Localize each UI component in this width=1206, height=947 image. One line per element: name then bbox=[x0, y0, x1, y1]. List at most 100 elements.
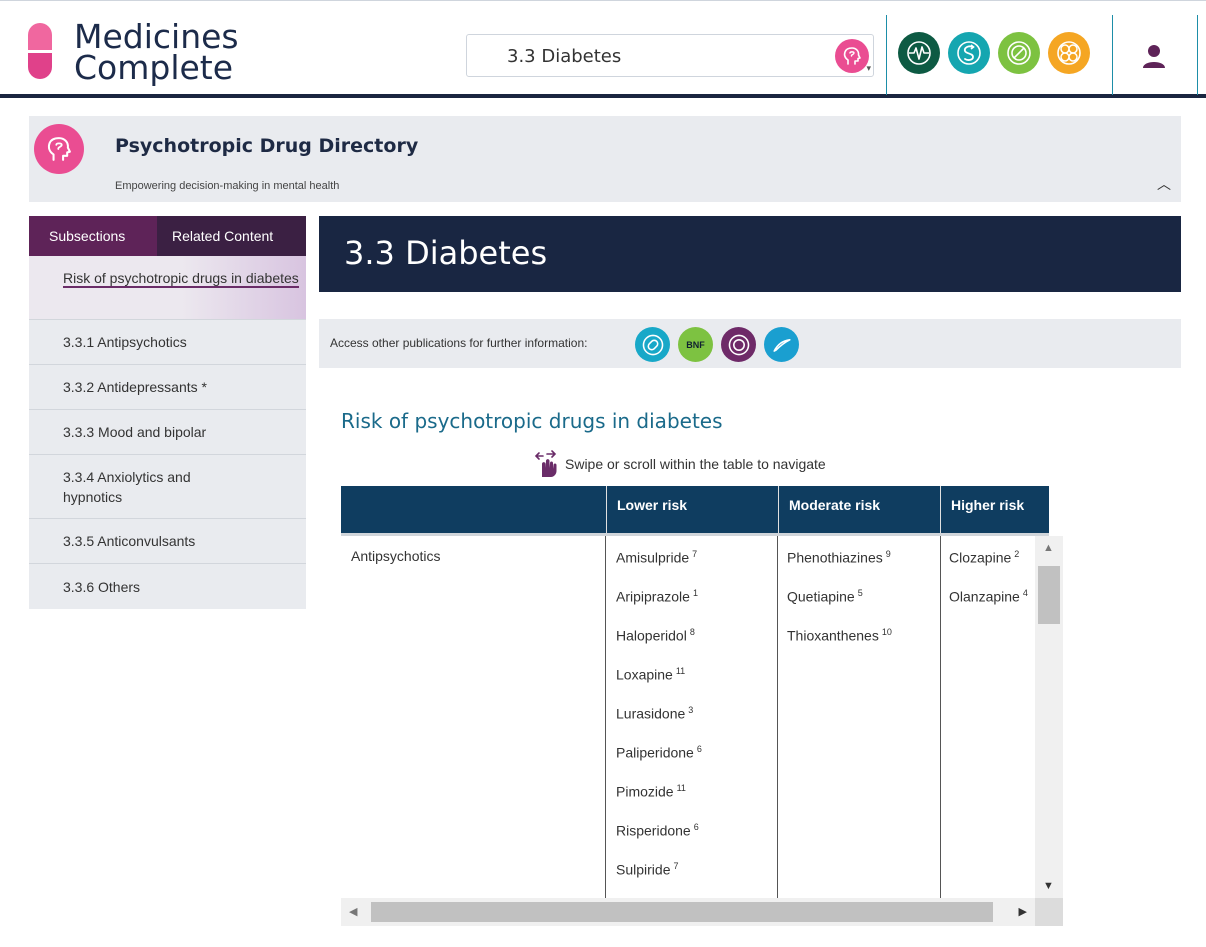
table-header: Lower risk Moderate risk Higher risk bbox=[341, 486, 1049, 536]
vertical-scrollbar[interactable]: ▲ ▼ bbox=[1035, 536, 1063, 898]
sidebar-item-anxiolytics[interactable]: 3.3.4 Anxiolytics and hypnotics bbox=[29, 455, 306, 519]
drug-name[interactable]: Paliperidone bbox=[616, 745, 694, 761]
chevron-up-icon[interactable]: ︿ bbox=[1157, 174, 1171, 194]
drug-entry[interactable]: Pimozide 11 bbox=[616, 781, 777, 820]
header-divider bbox=[1112, 15, 1113, 95]
sidebar-item-label: 3.3.2 Antidepressants * bbox=[63, 379, 207, 395]
drug-name[interactable]: Amisulpride bbox=[616, 550, 689, 566]
capsule-logo-icon bbox=[28, 23, 52, 79]
search-box[interactable]: 3.3 Diabetes ▾ bbox=[466, 34, 874, 77]
drug-name[interactable]: Aripiprazole bbox=[616, 589, 690, 605]
brand-logo[interactable]: Medicines Complete bbox=[28, 20, 239, 84]
horizontal-scrollbar[interactable]: ◀ ▶ bbox=[341, 898, 1035, 926]
horizontal-scroll-thumb[interactable] bbox=[371, 902, 993, 922]
header-divider bbox=[1197, 15, 1198, 95]
sidebar-item-label: Risk of psychotropic drugs in diabetes bbox=[63, 270, 299, 288]
drug-name[interactable]: Phenothiazines bbox=[787, 550, 883, 566]
swipe-hand-icon bbox=[534, 450, 557, 477]
sidebar-item-label: 3.3.6 Others bbox=[63, 578, 141, 595]
scroll-up-arrow-icon[interactable]: ▲ bbox=[1043, 542, 1054, 554]
at-sign-icon[interactable] bbox=[721, 327, 756, 362]
drug-entry[interactable]: Lurasidone 3 bbox=[616, 703, 777, 742]
reference-number[interactable]: 3 bbox=[688, 705, 693, 715]
publication-banner: Psychotropic Drug Directory Empowering d… bbox=[29, 116, 1181, 202]
page-title-bar: 3.3 Diabetes bbox=[319, 216, 1181, 292]
sidebar-item-anticonvulsants[interactable]: 3.3.5 Anticonvulsants bbox=[29, 519, 306, 564]
drug-name[interactable]: Quetiapine bbox=[787, 589, 855, 605]
risk-table[interactable]: Lower risk Moderate risk Higher risk Ant… bbox=[341, 486, 1063, 926]
drug-entry[interactable]: Thioxanthenes 10 bbox=[787, 625, 941, 664]
section-heading: Risk of psychotropic drugs in diabetes bbox=[341, 409, 723, 433]
publication-title[interactable]: Psychotropic Drug Directory bbox=[115, 135, 418, 157]
reference-number[interactable]: 6 bbox=[694, 822, 699, 832]
drug-name[interactable]: Pimozide bbox=[616, 784, 674, 800]
molecule-icon[interactable] bbox=[1048, 32, 1090, 74]
related-publications-bar: Access other publications for further in… bbox=[319, 319, 1181, 368]
sidebar-item-mood-bipolar[interactable]: 3.3.3 Mood and bipolar bbox=[29, 410, 306, 455]
drug-entry[interactable]: Quetiapine 5 bbox=[787, 586, 941, 625]
drug-entry[interactable]: Haloperidol 8 bbox=[616, 625, 777, 664]
reference-number[interactable]: 7 bbox=[692, 549, 697, 559]
swipe-hint-text: Swipe or scroll within the table to navi… bbox=[565, 456, 826, 472]
pill-icon[interactable] bbox=[635, 327, 670, 362]
drug-entry[interactable]: Amisulpride 7 bbox=[616, 547, 777, 586]
reference-number[interactable]: 11 bbox=[676, 666, 685, 676]
tab-subsections[interactable]: Subsections bbox=[29, 216, 157, 256]
drug-entry[interactable]: Sulpiride 7 bbox=[616, 859, 777, 898]
pulse-icon[interactable] bbox=[898, 32, 940, 74]
drug-name[interactable]: Clozapine bbox=[949, 550, 1011, 566]
sidebar-item-risk-diabetes[interactable]: Risk of psychotropic drugs in diabetes bbox=[29, 256, 306, 320]
reference-number[interactable]: 4 bbox=[1023, 588, 1028, 598]
drug-entry[interactable]: Loxapine 11 bbox=[616, 664, 777, 703]
reference-number[interactable]: 10 bbox=[882, 627, 892, 637]
lower-risk-cell: Amisulpride 7 Aripiprazole 1 Haloperidol 8 Lox… bbox=[605, 536, 777, 898]
reference-number[interactable]: 6 bbox=[697, 744, 702, 754]
drug-name[interactable]: Thioxanthenes bbox=[787, 628, 879, 644]
scroll-right-arrow-icon[interactable]: ▶ bbox=[1019, 905, 1027, 918]
drug-entry[interactable]: Risperidone 6 bbox=[616, 820, 777, 859]
vertical-scroll-thumb[interactable] bbox=[1038, 566, 1060, 624]
cycle-icon[interactable] bbox=[948, 32, 990, 74]
user-icon bbox=[1143, 45, 1165, 68]
reference-number[interactable]: 7 bbox=[673, 861, 678, 871]
sidebar-item-label: 3.3.4 Anxiolytics and hypnotics bbox=[63, 468, 191, 505]
publication-selector-button[interactable] bbox=[835, 39, 869, 73]
sidebar-item-others[interactable]: 3.3.6 Others bbox=[29, 564, 306, 609]
reference-number[interactable]: 8 bbox=[690, 627, 695, 637]
bnf-icon[interactable]: BNF bbox=[678, 327, 713, 362]
brain-head-icon bbox=[34, 124, 84, 174]
related-publications-icons: BNF bbox=[635, 327, 799, 362]
scroll-down-arrow-icon[interactable]: ▼ bbox=[1043, 880, 1054, 892]
drug-entry[interactable]: Aripiprazole 1 bbox=[616, 586, 777, 625]
reference-number[interactable]: 1 bbox=[693, 588, 698, 598]
drug-entry[interactable]: Olanzapine 4 bbox=[949, 586, 1035, 625]
drug-name[interactable]: Risperidone bbox=[616, 823, 691, 839]
chevron-down-icon[interactable]: ▾ bbox=[866, 63, 871, 74]
column-header-category bbox=[341, 486, 606, 533]
drug-name[interactable]: Olanzapine bbox=[949, 589, 1020, 605]
reference-number[interactable]: 5 bbox=[858, 588, 863, 598]
reference-number[interactable]: 2 bbox=[1014, 549, 1019, 559]
tab-related-content[interactable]: Related Content bbox=[157, 216, 306, 256]
drug-name[interactable]: Sulpiride bbox=[616, 862, 670, 878]
user-account-button[interactable] bbox=[1141, 43, 1167, 74]
pill-icon[interactable] bbox=[998, 32, 1040, 74]
column-header-moderate-risk: Moderate risk bbox=[778, 486, 940, 533]
reference-number[interactable]: 9 bbox=[886, 549, 891, 559]
drug-name[interactable]: Loxapine bbox=[616, 667, 673, 683]
drug-name[interactable]: Lurasidone bbox=[616, 706, 685, 722]
drug-name[interactable]: Haloperidol bbox=[616, 628, 687, 644]
search-input[interactable]: 3.3 Diabetes bbox=[507, 46, 621, 67]
sidebar-item-antidepressants[interactable]: 3.3.2 Antidepressants * bbox=[29, 365, 306, 410]
page-title: 3.3 Diabetes bbox=[344, 234, 548, 272]
header-divider bbox=[886, 15, 887, 95]
reference-number[interactable]: 11 bbox=[677, 783, 686, 793]
sidebar-item-antipsychotics[interactable]: 3.3.1 Antipsychotics bbox=[29, 320, 306, 365]
drug-entry[interactable]: Phenothiazines 9 bbox=[787, 547, 941, 586]
sidebar-item-label: 3.3.5 Anticonvulsants bbox=[63, 533, 196, 549]
row-label-antipsychotics: Antipsychotics bbox=[351, 548, 441, 564]
leaf-icon[interactable] bbox=[764, 327, 799, 362]
drug-entry[interactable]: Paliperidone 6 bbox=[616, 742, 777, 781]
scroll-left-arrow-icon[interactable]: ◀ bbox=[349, 905, 357, 918]
drug-entry[interactable]: Clozapine 2 bbox=[949, 547, 1035, 586]
